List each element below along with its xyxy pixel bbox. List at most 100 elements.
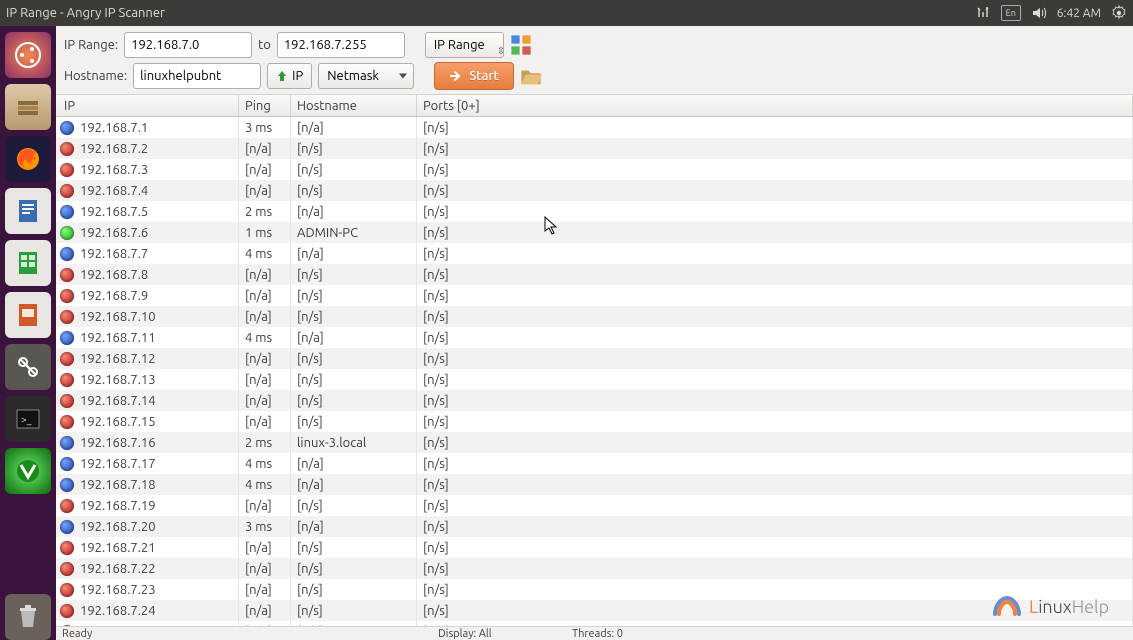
status-dot-icon [60, 499, 74, 513]
cell-ping: 2 ms [239, 432, 291, 453]
open-icon[interactable] [520, 65, 542, 87]
cell-ping: [n/a] [239, 579, 291, 600]
table-row[interactable]: 192.168.7.3[n/a][n/s][n/s] [56, 159, 1133, 180]
table-row[interactable]: 192.168.7.114 ms[n/a][n/s] [56, 327, 1133, 348]
col-ip[interactable]: IP [56, 95, 239, 116]
table-row[interactable]: 192.168.7.12[n/a][n/s][n/s] [56, 348, 1133, 369]
status-bar: Ready Display: All Threads: 0 [56, 626, 1133, 640]
cell-ping: [n/a] [239, 537, 291, 558]
sound-icon[interactable] [1031, 5, 1047, 21]
trash-icon[interactable] [5, 594, 51, 640]
col-ping[interactable]: Ping [239, 95, 291, 116]
table-row[interactable]: 192.168.7.203 ms[n/a][n/s] [56, 516, 1133, 537]
cell-ip: 192.168.7.1 [80, 121, 148, 135]
table-row[interactable]: 192.168.7.23[n/a][n/s][n/s] [56, 579, 1133, 600]
table-row[interactable]: 192.168.7.13[n/a][n/s][n/s] [56, 369, 1133, 390]
gear-icon[interactable] [1111, 5, 1127, 21]
calc-icon[interactable] [5, 240, 51, 286]
settings-icon[interactable] [5, 344, 51, 390]
table-row[interactable]: 192.168.7.21[n/a][n/s][n/s] [56, 537, 1133, 558]
cell-ports: [n/s] [417, 159, 1133, 180]
cell-ip: 192.168.7.11 [80, 331, 156, 345]
keyboard-indicator[interactable]: En [1001, 5, 1021, 21]
ipscan-icon[interactable] [5, 448, 51, 494]
ip-up-button[interactable]: IP [267, 63, 312, 89]
cell-ip: 192.168.7.6 [80, 226, 148, 240]
cell-ping: 4 ms [239, 453, 291, 474]
table-row[interactable]: 192.168.7.162 mslinux-3.local[n/s] [56, 432, 1133, 453]
table-row[interactable]: 192.168.7.2[n/a][n/s][n/s] [56, 138, 1133, 159]
status-dot-icon [60, 205, 74, 219]
cell-ping: [n/a] [239, 495, 291, 516]
cell-ip: 192.168.7.24 [80, 604, 156, 618]
firefox-icon[interactable] [5, 136, 51, 182]
table-row[interactable]: 192.168.7.13 ms[n/a][n/s] [56, 117, 1133, 138]
table-row[interactable]: 192.168.7.4[n/a][n/s][n/s] [56, 180, 1133, 201]
cell-host: [n/s] [291, 306, 417, 327]
cell-ping: [n/a] [239, 411, 291, 432]
cell-host: [n/s] [291, 369, 417, 390]
cell-ports: [n/s] [417, 558, 1133, 579]
netmask-combo[interactable]: Netmask [318, 63, 414, 89]
ip-from-input[interactable] [124, 32, 252, 58]
status-dot-icon [60, 415, 74, 429]
table-row[interactable]: 192.168.7.22[n/a][n/s][n/s] [56, 558, 1133, 579]
cell-ports: [n/s] [417, 516, 1133, 537]
cell-ip: 192.168.7.23 [80, 583, 156, 597]
cell-ip: 192.168.7.17 [80, 457, 156, 471]
cell-host: [n/s] [291, 390, 417, 411]
status-dot-icon [60, 373, 74, 387]
cell-ping: [n/a] [239, 180, 291, 201]
cell-ip: 192.168.7.7 [80, 247, 148, 261]
watermark-text: LinuxHelp [1029, 597, 1109, 617]
terminal-icon[interactable]: >_ [5, 396, 51, 442]
table-row[interactable]: 192.168.7.174 ms[n/a][n/s] [56, 453, 1133, 474]
files-icon[interactable] [5, 84, 51, 130]
impress-icon[interactable] [5, 292, 51, 338]
table-row[interactable]: 192.168.7.184 ms[n/a][n/s] [56, 474, 1133, 495]
network-icon[interactable] [975, 5, 991, 21]
ip-to-input[interactable] [277, 32, 405, 58]
table-row[interactable]: 192.168.7.9[n/a][n/s][n/s] [56, 285, 1133, 306]
cell-ping: 4 ms [239, 327, 291, 348]
status-display: Display: All [438, 628, 492, 640]
cell-ip: 192.168.7.12 [80, 352, 156, 366]
table-row[interactable]: 192.168.7.19[n/a][n/s][n/s] [56, 495, 1133, 516]
cell-host: [n/s] [291, 600, 417, 621]
system-tray: En 6:42 AM [975, 5, 1127, 21]
col-ports[interactable]: Ports [0+] [417, 95, 1133, 116]
prefs-icon[interactable] [510, 34, 532, 56]
cell-host: [n/a] [291, 201, 417, 222]
table-row[interactable]: 192.168.7.15[n/a][n/s][n/s] [56, 411, 1133, 432]
to-label: to [258, 38, 271, 52]
dash-icon[interactable] [5, 32, 51, 78]
feeder-combo[interactable]: IP Range [425, 32, 504, 58]
status-dot-icon [60, 562, 74, 576]
cell-host: [n/s] [291, 348, 417, 369]
status-dot-icon [60, 331, 74, 345]
status-dot-icon [60, 541, 74, 555]
results-table: IP Ping Hostname Ports [0+] 192.168.7.13… [56, 95, 1133, 640]
table-row[interactable]: 192.168.7.8[n/a][n/s][n/s] [56, 264, 1133, 285]
cell-ports: [n/s] [417, 411, 1133, 432]
col-host[interactable]: Hostname [291, 95, 417, 116]
table-row[interactable]: 192.168.7.61 msADMIN-PC[n/s] [56, 222, 1133, 243]
writer-icon[interactable] [5, 188, 51, 234]
hostname-input[interactable] [133, 63, 261, 89]
status-dot-icon [60, 583, 74, 597]
cell-host: ADMIN-PC [291, 222, 417, 243]
table-row[interactable]: 192.168.7.14[n/a][n/s][n/s] [56, 390, 1133, 411]
start-button[interactable]: Start [434, 62, 514, 90]
table-row[interactable]: 192.168.7.10[n/a][n/s][n/s] [56, 306, 1133, 327]
table-row[interactable]: 192.168.7.52 ms[n/a][n/s] [56, 201, 1133, 222]
table-row[interactable]: 192.168.7.74 ms[n/a][n/s] [56, 243, 1133, 264]
cell-ip: 192.168.7.4 [80, 184, 148, 198]
cell-ping: [n/a] [239, 390, 291, 411]
status-dot-icon [60, 163, 74, 177]
cell-host: [n/a] [291, 243, 417, 264]
clock[interactable]: 6:42 AM [1057, 7, 1101, 20]
cell-ports: [n/s] [417, 264, 1133, 285]
cell-ip: 192.168.7.9 [80, 289, 148, 303]
table-row[interactable]: 192.168.7.24[n/a][n/s][n/s] [56, 600, 1133, 621]
cell-host: linux-3.local [291, 432, 417, 453]
